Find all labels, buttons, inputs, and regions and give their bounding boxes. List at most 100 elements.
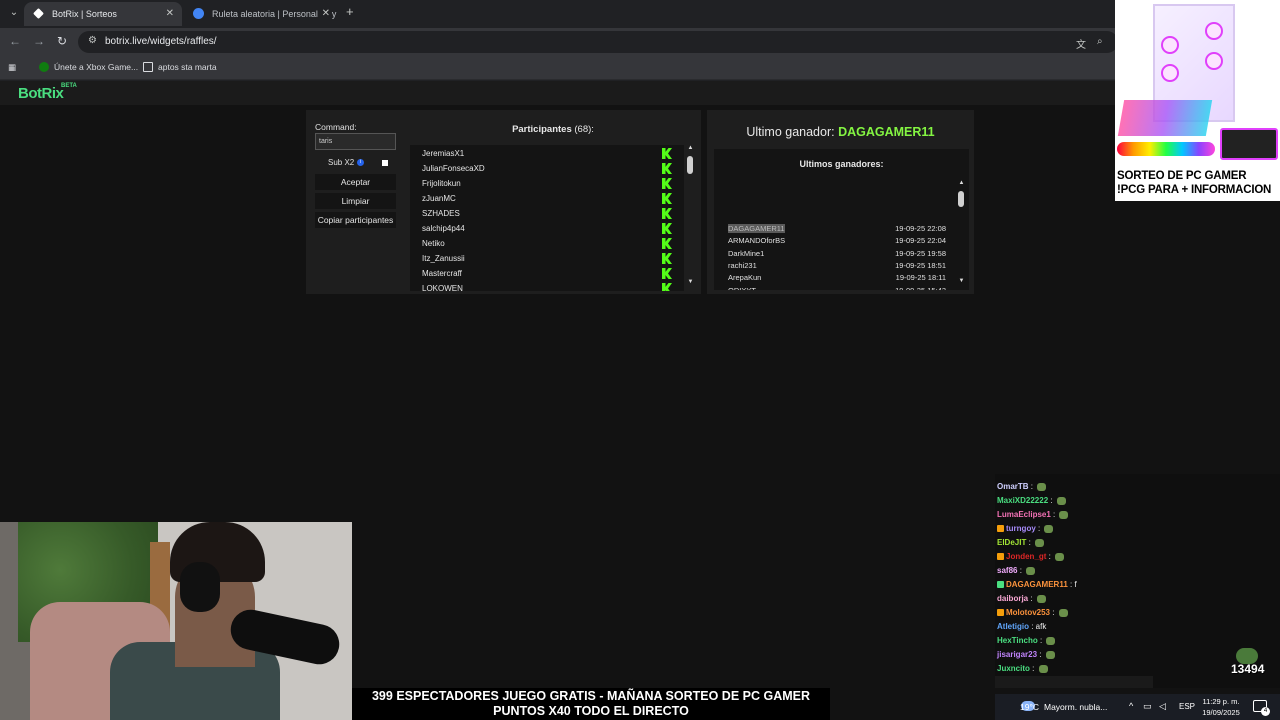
scroll-thumb[interactable] <box>958 191 964 207</box>
tab-ruleta[interactable]: Ruleta aleatoria | Personaliza y ✕ <box>184 2 338 26</box>
winner-name: rachi231 <box>728 260 757 270</box>
chevron-up-icon[interactable]: ^ <box>1129 701 1133 711</box>
banner-line-1: 399 ESPECTADORES JUEGO GRATIS - MAÑANA S… <box>371 689 811 703</box>
chat-emote-icon <box>1058 608 1068 617</box>
chat-separator: : <box>1050 608 1057 617</box>
ad-line-1: SORTEO DE PC GAMER <box>1117 170 1247 182</box>
tab-title: BotRix | Sorteos <box>52 9 117 19</box>
banner-line-2: PUNTOS X40 TODO EL DIRECTO <box>493 704 689 718</box>
notification-count: 4 <box>1261 707 1270 716</box>
chat-username[interactable]: HexTincho <box>997 636 1038 645</box>
clear-button[interactable]: Limpiar <box>315 193 396 209</box>
winner-name: DAGAGAMER11 <box>728 224 785 233</box>
weather-desc[interactable]: Mayorm. nubla... <box>1044 694 1107 720</box>
command-label: Command: <box>315 122 357 132</box>
chat-username[interactable]: daiborja <box>997 594 1028 603</box>
chat-username[interactable]: MaxiXD22222 <box>997 496 1048 505</box>
chat-emote-icon <box>1038 664 1048 673</box>
points-counter: 13494 <box>1231 662 1265 676</box>
participant-name: Itz_Zanussii <box>422 254 465 263</box>
bookmark-label: Únete a Xbox Game... <box>54 62 139 72</box>
winner-row: ODIXYT 19-09-25 15:43 <box>728 285 946 291</box>
chat-username[interactable]: jisarigar23 <box>997 650 1037 659</box>
close-tab-icon[interactable]: ✕ <box>166 2 174 26</box>
last-winner-title: Ultimo ganador: DAGAGAMER11 <box>707 125 974 139</box>
browser-tab-bar: ⌄ BotRix | Sorteos ✕ Ruleta aleatoria | … <box>0 0 1280 28</box>
bookmark-xbox[interactable]: Únete a Xbox Game... <box>38 56 138 78</box>
participants-title: Participantes (68): <box>410 124 696 135</box>
participant-row: Frijolitokun <box>410 176 684 191</box>
chat-username[interactable]: Atletigio <box>997 622 1029 631</box>
winner-row: ArepaKun 19-09-25 18:11 <box>728 272 946 284</box>
weather-temp[interactable]: 19°C <box>1020 694 1039 720</box>
chat-emote-icon <box>1026 566 1036 575</box>
participant-name: salchip4p44 <box>422 224 465 233</box>
participants-scrollbar[interactable]: ▲ ▼ <box>686 145 695 291</box>
chat-username[interactable]: DAGAGAMER11 <box>1006 580 1068 589</box>
tab-botrix[interactable]: BotRix | Sorteos ✕ <box>24 2 182 26</box>
network-icon[interactable]: ▭ <box>1143 701 1152 712</box>
chat-username[interactable]: OmarTB <box>997 482 1029 491</box>
address-bar[interactable]: ⚙ botrix.live/widgets/raffles/ 文 ⌕ <box>78 31 1118 53</box>
chat-username[interactable]: LumaEclipse1 <box>997 510 1051 519</box>
url-text: botrix.live/widgets/raffles/ <box>105 36 217 47</box>
kick-icon <box>662 208 672 219</box>
scroll-down-icon[interactable]: ▼ <box>686 279 695 285</box>
rgb-lightbar-image <box>1117 142 1215 156</box>
fan-icon <box>1161 36 1179 54</box>
language-indicator[interactable]: ESP <box>1179 694 1195 720</box>
new-tab-icon[interactable]: + <box>346 4 354 19</box>
wheel-favicon-icon <box>193 8 204 19</box>
winner-row: rachi231 19-09-25 18:51 <box>728 260 946 272</box>
kick-icon <box>662 163 672 174</box>
clock-date: 19/09/2025 <box>1202 708 1240 717</box>
chat-username[interactable]: turngoy <box>1006 524 1036 533</box>
forward-icon[interactable]: → <box>33 34 45 48</box>
chat-username[interactable]: ElDeJIT <box>997 538 1026 547</box>
screen: ⌄ BotRix | Sorteos ✕ Ruleta aleatoria | … <box>0 0 1280 720</box>
stream-banner: 399 ESPECTADORES JUEGO GRATIS - MAÑANA S… <box>352 688 830 720</box>
command-input[interactable]: taris <box>315 133 396 150</box>
participants-list[interactable]: JeremiasX1 JulianFonsecaXD Frijolitokun zJu… <box>410 145 684 291</box>
volume-icon[interactable]: ◁ <box>1159 701 1166 712</box>
scroll-up-icon[interactable]: ▲ <box>957 180 966 186</box>
winner-name: ArepaKun <box>728 273 762 283</box>
chat-message: Molotov253 : <box>997 606 1068 620</box>
scroll-up-icon[interactable]: ▲ <box>686 145 695 151</box>
chat-username[interactable]: saf86 <box>997 566 1017 575</box>
winners-scrollbar[interactable]: ▲ ▼ <box>957 180 966 288</box>
sub-x2-checkbox[interactable] <box>382 160 388 166</box>
bookmark-folder-aptos[interactable]: aptos sta marta <box>142 56 217 78</box>
kick-icon <box>662 268 672 279</box>
back-icon[interactable]: ← <box>9 34 21 48</box>
translate-icon[interactable]: 文 <box>1076 36 1086 51</box>
chat-username[interactable]: Molotov253 <box>1006 608 1050 617</box>
site-info-icon[interactable]: ⚙ <box>88 35 97 46</box>
chat-message: MaxiXD22222 : <box>997 494 1066 508</box>
chat-badge-icon <box>997 581 1004 589</box>
zoom-icon[interactable]: ⌕ <box>1097 36 1103 47</box>
winner-row: DAGAGAMER11 19-09-25 22:08 <box>728 223 946 235</box>
scroll-down-icon[interactable]: ▼ <box>957 278 966 284</box>
chat-message: saf86 : <box>997 564 1036 578</box>
winners-list-box: Ultimos ganadores: DAGAGAMER11 19-09-25 2… <box>714 149 969 290</box>
participants-title-text: Participantes <box>512 124 572 135</box>
mousepad-image <box>1220 128 1278 160</box>
accept-button[interactable]: Aceptar <box>315 174 396 190</box>
chat-username[interactable]: Jonden_gt <box>1006 552 1046 561</box>
tab-search-icon[interactable]: ⌄ <box>6 5 22 21</box>
chat-text: afk <box>1035 622 1047 631</box>
chat-separator: : <box>1035 524 1043 533</box>
chat-username[interactable]: Juxncito <box>997 664 1030 673</box>
scroll-thumb[interactable] <box>687 156 693 174</box>
clock[interactable]: 11:29 p. m. 19/09/2025 <box>1198 696 1244 718</box>
reload-icon[interactable]: ↻ <box>57 34 67 48</box>
sub-x2-label: Sub X2 <box>328 158 355 167</box>
close-tab-icon[interactable]: ✕ <box>317 2 330 26</box>
apps-grid-icon[interactable]: ▦ <box>4 56 16 78</box>
botrix-logo[interactable]: BotRix <box>18 85 64 102</box>
info-icon[interactable]: i <box>357 159 364 166</box>
copy-participants-button[interactable]: Copiar participantes <box>315 212 396 228</box>
participant-name: JeremiasX1 <box>422 149 465 158</box>
chat-input[interactable] <box>995 676 1153 688</box>
